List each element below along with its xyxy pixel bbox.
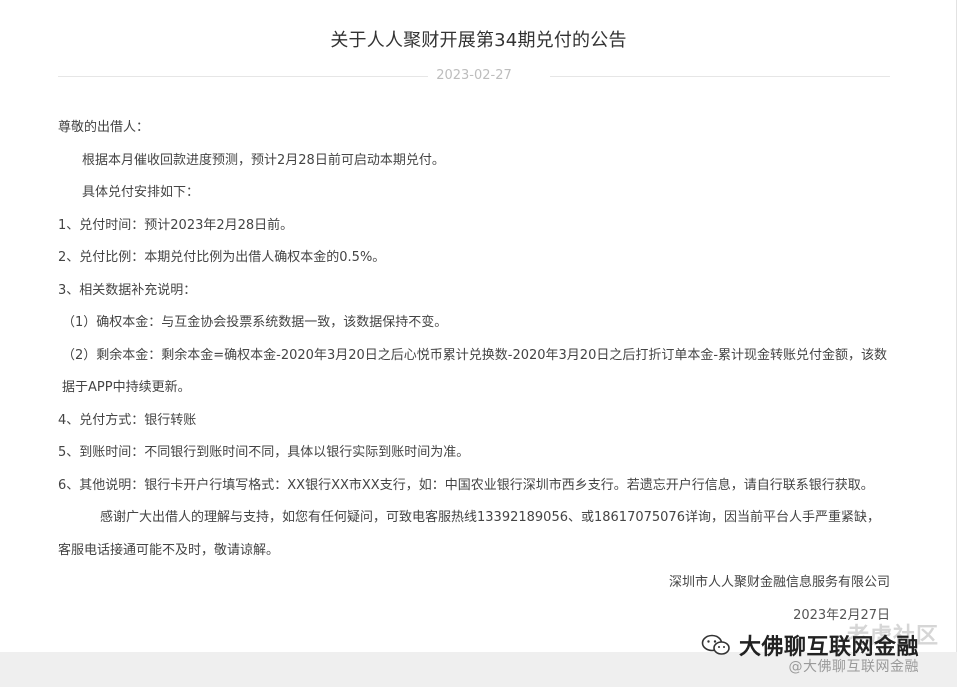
divider-line-right [550, 76, 890, 77]
item-payment-method: 4、兑付方式：银行转账 [58, 412, 197, 428]
article-body: 尊敬的出借人： 根据本月催收回款进度预测，预计2月28日前可启动本期兑付。 具体… [58, 112, 892, 632]
watermark-handle: @大佛聊互联网金融 [788, 659, 919, 675]
signature-company: 深圳市人人聚财金融信息服务有限公司 [668, 575, 890, 590]
date-divider: 2023-02-27 [58, 66, 890, 86]
item-arrival-time: 5、到账时间：不同银行到账时间不同，具体以银行实际到账时间为准。 [58, 445, 470, 460]
item-payment-time: 1、兑付时间：预计2023年2月28日前。 [58, 217, 294, 233]
greeting: 尊敬的出借人： [58, 120, 150, 135]
thanks-paragraph: 感谢广大出借人的理解与支持，如您有任何疑问，可致电客服热线13392189056… [58, 510, 880, 558]
arrangement-heading: 具体兑付安排如下： [82, 185, 200, 200]
intro-paragraph: 根据本月催收回款进度预测，预计2月28日前可启动本期兑付。 [82, 152, 445, 168]
item-payment-ratio: 2、兑付比例：本期兑付比例为出借人确权本金的0.5%。 [58, 250, 386, 265]
announcement-article: 关于人人聚财开展第34期兑付的公告 2023-02-27 尊敬的出借人： 根据本… [0, 0, 957, 652]
wechat-icon [701, 634, 730, 655]
sub-item-confirmed-principal: （1）确权本金：与互金协会投票系统数据一致，该数据保持不变。 [62, 315, 448, 330]
item-data-notes: 3、相关数据补充说明： [58, 282, 197, 298]
item-other-notes: 6、其他说明：银行卡开户行填写格式：XX银行XX市XX支行，如：中国农业银行深圳… [58, 477, 874, 493]
watermark: 老虎社区 大佛聊互联网金融 @大佛聊互联网金融 [679, 618, 939, 682]
page-title: 关于人人聚财开展第34期兑付的公告 [330, 30, 627, 51]
sub-item-remaining-principal: （2）剩余本金：剩余本金=确权本金-2020年3月20日之后心悦币累计兑换数-2… [62, 347, 888, 396]
